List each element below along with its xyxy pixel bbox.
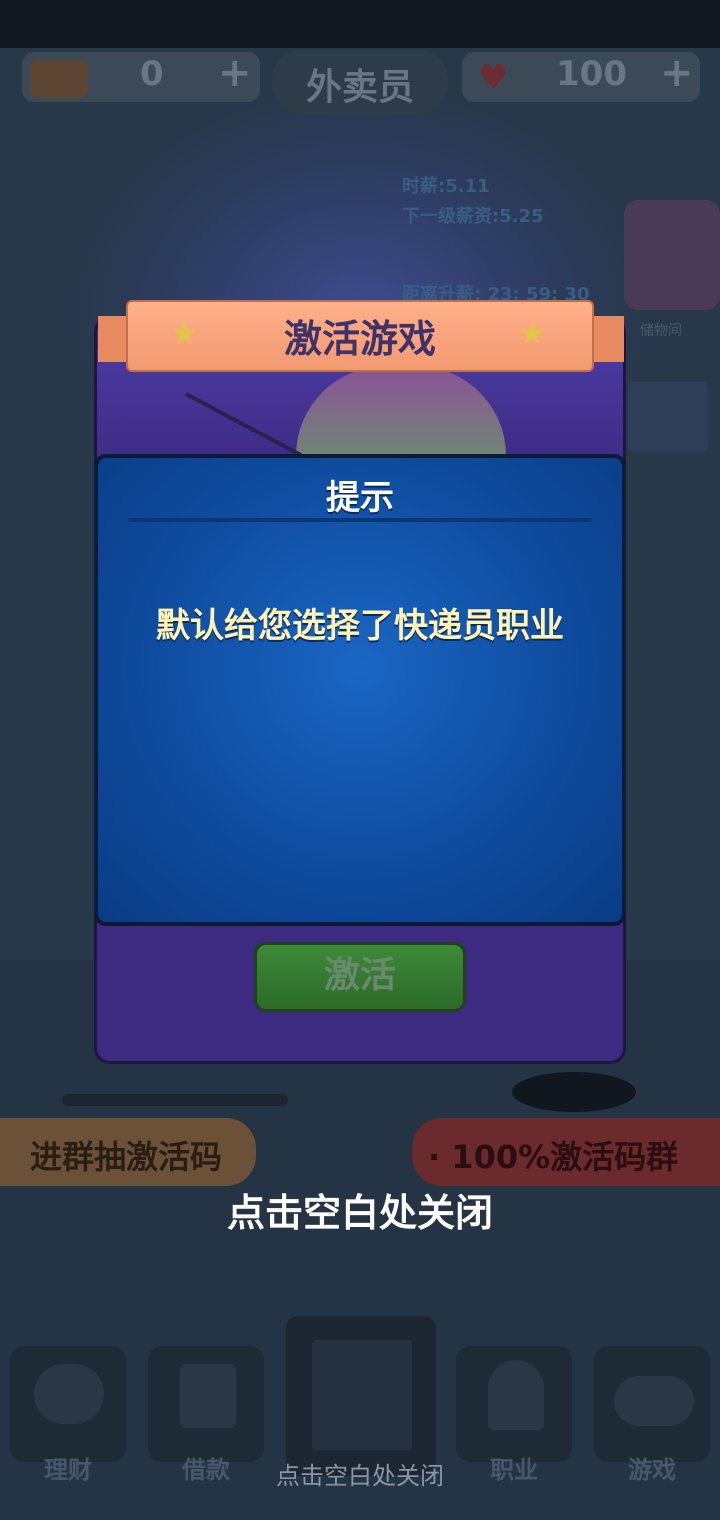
add-money-button[interactable]: + [218, 50, 252, 96]
shop-icon[interactable] [628, 382, 708, 452]
add-health-button[interactable]: + [660, 50, 694, 96]
gamepad-icon [614, 1376, 694, 1426]
building-icon [312, 1340, 412, 1450]
activation-title: 激活游戏 [283, 317, 436, 361]
prompt-title: 提示 [326, 478, 394, 518]
hourly-wage: 时薪:5.11 [402, 176, 490, 197]
job-title: 外卖员 [305, 67, 414, 108]
piggy-bank-icon [34, 1364, 104, 1424]
status-bar [0, 0, 720, 48]
prompt-dialog [94, 454, 626, 926]
storage-label: 储物间 [640, 323, 682, 339]
activation-code-group-label: · 100%激活码群 [428, 1138, 679, 1176]
prompt-message: 默认给您选择了快递员职业 [156, 606, 564, 646]
document-icon [180, 1364, 236, 1428]
storage-room-icon[interactable] [624, 200, 720, 310]
join-group-label: 进群抽激活码 [30, 1138, 223, 1176]
money-icon [30, 60, 88, 98]
heart-icon: ♥ [478, 58, 509, 98]
dialog-divider [128, 518, 592, 522]
bottom-close-hint[interactable]: 点击空白处关闭 [0, 1456, 720, 1491]
wage-info: 时薪:5.11 下一级薪资:5.25 [402, 172, 544, 232]
next-salary: 下一级薪资:5.25 [402, 206, 544, 227]
ground-shadow [512, 1072, 636, 1112]
person-icon [488, 1360, 544, 1430]
activate-button[interactable]: 激活 [254, 942, 466, 1012]
close-hint[interactable]: 点击空白处关闭 [0, 1182, 720, 1237]
health-value: 100 [556, 54, 627, 94]
progress-track [62, 1094, 288, 1106]
money-value: 0 [140, 54, 164, 94]
